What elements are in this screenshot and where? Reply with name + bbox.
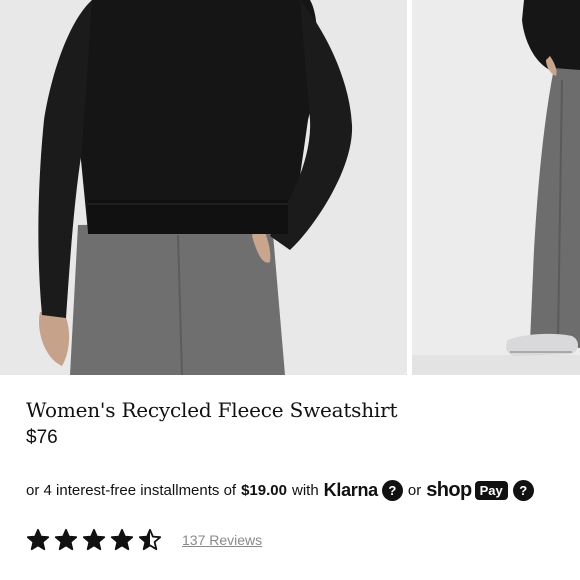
rating-stars <box>26 528 162 552</box>
klarna-logo: Klarna <box>323 479 379 500</box>
installment-amount: $19.00 <box>241 481 287 499</box>
product-photo-back-view[interactable] <box>0 0 407 375</box>
product-image-gallery[interactable] <box>0 0 580 375</box>
pay-badge: Pay <box>474 480 508 500</box>
with-word: with <box>291 481 319 499</box>
star-half-icon <box>138 528 162 551</box>
product-photo-full-length[interactable] <box>412 0 580 375</box>
product-rating[interactable]: 137 Reviews <box>26 527 262 553</box>
star-full-icon <box>82 528 106 551</box>
installments-message: or 4 interest-free installments of $19.0… <box>26 478 534 502</box>
star-full-icon <box>54 528 78 551</box>
shop-pay-help-icon[interactable]: ? <box>512 479 534 501</box>
reviews-link[interactable]: 137 Reviews <box>182 532 262 548</box>
klarna-help-icon[interactable]: ? <box>381 479 403 501</box>
star-full-icon <box>110 528 134 551</box>
photo-full-length-illustration <box>412 0 580 375</box>
or-word: or <box>407 481 422 499</box>
star-full-icon <box>26 528 50 551</box>
shop-pay-logo: shop <box>426 478 472 501</box>
product-price: $76 <box>26 427 58 448</box>
photo-back-view-illustration <box>0 0 407 375</box>
product-title: Women's Recycled Fleece Sweatshirt <box>26 398 398 422</box>
installments-prefix: or 4 interest-free installments of <box>26 481 237 499</box>
